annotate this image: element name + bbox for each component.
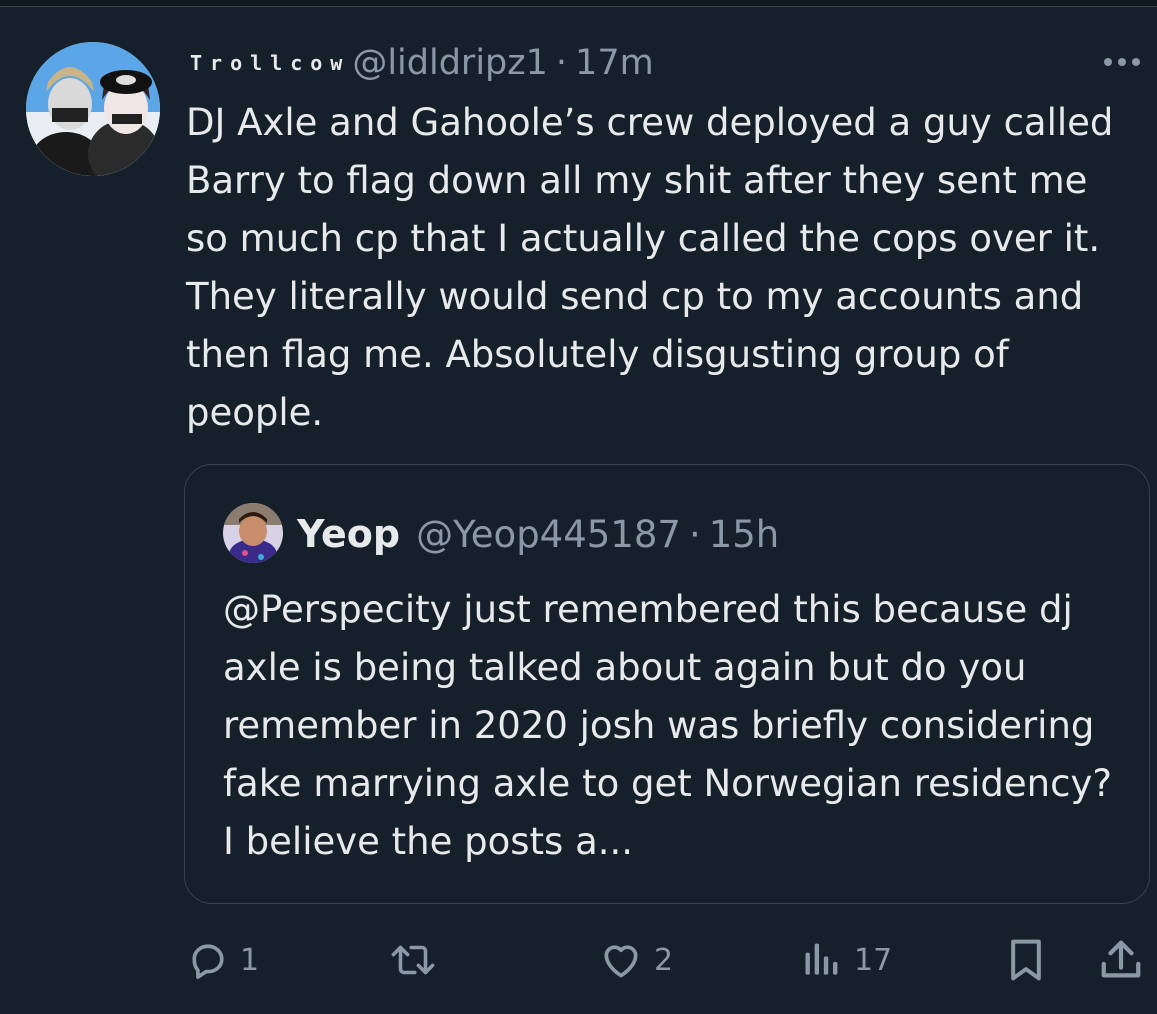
reply-count: 1 (240, 942, 260, 978)
quoted-display-name: Yeop (297, 512, 401, 556)
retweet-icon (388, 938, 438, 982)
quoted-handle: @Yeop445187 (416, 512, 681, 556)
tweet-text: DJ Axle and Gahoole’s crew deployed a gu… (186, 101, 1114, 434)
tweet-header: Trollcow @lidldripz1 · 17m (190, 38, 654, 88)
bookmark-icon (1004, 936, 1048, 984)
author-handle[interactable]: @lidldripz1 (352, 43, 548, 83)
retweet-button[interactable] (388, 930, 438, 990)
header-separator: · (555, 43, 568, 83)
like-button[interactable]: 2 (598, 930, 673, 990)
tweet-timestamp[interactable]: 17m (575, 43, 654, 83)
views-count: 17 (854, 942, 893, 978)
quoted-tweet-header: Yeop @Yeop445187 · 15h (297, 509, 779, 559)
top-divider (0, 0, 1157, 7)
views-icon (800, 938, 844, 982)
quoted-tweet-text: @Perspecity just remembered this because… (223, 588, 1112, 863)
reply-button[interactable]: 1 (186, 930, 259, 990)
quoted-tweet-card[interactable]: Yeop @Yeop445187 · 15h @Perspecity just … (184, 464, 1150, 904)
share-button[interactable] (1098, 930, 1144, 990)
bookmark-button[interactable] (1004, 930, 1048, 990)
author-display-name[interactable]: Trollcow (190, 51, 350, 75)
quoted-separator: · (688, 512, 701, 556)
share-icon (1098, 937, 1144, 983)
more-options-icon[interactable] (1098, 42, 1146, 82)
tweet-action-bar: 1 2 17 (0, 930, 1157, 990)
like-icon (598, 938, 644, 982)
views-button[interactable]: 17 (800, 930, 892, 990)
quoted-author-avatar (223, 503, 283, 563)
reply-icon (186, 938, 230, 982)
quoted-timestamp: 15h (708, 512, 780, 556)
like-count: 2 (654, 942, 674, 978)
author-avatar[interactable] (26, 42, 160, 176)
